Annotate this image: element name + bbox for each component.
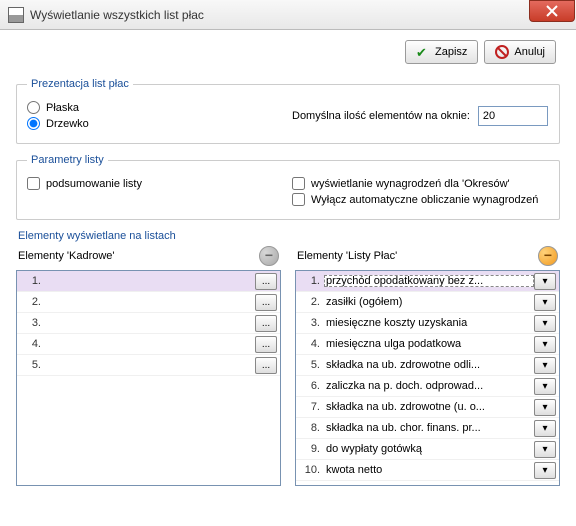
radio-tree[interactable]: Drzewko: [27, 117, 284, 130]
close-button[interactable]: [529, 0, 575, 22]
default-count-input[interactable]: [478, 106, 548, 126]
list-item[interactable]: 1. przychód opodatkowany bez z... ▾: [296, 271, 559, 292]
list-item[interactable]: 1. ...: [17, 271, 280, 292]
list-item[interactable]: 3. miesięczne koszty uzyskania ▾: [296, 313, 559, 334]
titlebar: Wyświetlanie wszystkich list płac: [0, 0, 576, 30]
radio-tree-label: Drzewko: [46, 118, 89, 130]
payroll-column: Elementy 'Listy Płac' − 1. przychód opod…: [295, 246, 560, 486]
row-number: 8.: [296, 422, 324, 434]
check-disable-auto-input[interactable]: [292, 193, 305, 206]
params-group: Parametry listy podsumowanie listy wyświ…: [16, 154, 560, 220]
row-text: miesięczna ulga podatkowa: [324, 338, 534, 350]
dropdown-button[interactable]: ▾: [534, 357, 556, 374]
radio-flat-label: Płaska: [46, 102, 79, 114]
check-disable-auto[interactable]: Wyłącz automatyczne obliczanie wynagrodz…: [292, 193, 549, 206]
row-number: 4.: [296, 338, 324, 350]
params-legend: Parametry listy: [27, 154, 108, 166]
row-number: 6.: [296, 380, 324, 392]
check-periods[interactable]: wyświetlanie wynagrodzeń dla 'Okresów': [292, 177, 549, 190]
close-icon: [546, 5, 558, 17]
row-number: 4.: [17, 338, 45, 350]
dropdown-button[interactable]: ▾: [534, 441, 556, 458]
row-number: 3.: [17, 317, 45, 329]
payroll-remove-button[interactable]: −: [538, 246, 558, 266]
dropdown-button[interactable]: ▾: [534, 273, 556, 290]
minus-icon: −: [265, 248, 273, 262]
hr-header: Elementy 'Kadrowe': [18, 250, 115, 262]
list-item[interactable]: 4. ...: [17, 334, 280, 355]
row-number: 2.: [296, 296, 324, 308]
list-item[interactable]: 4. miesięczna ulga podatkowa ▾: [296, 334, 559, 355]
row-text: składka na ub. zdrowotne odli...: [324, 359, 534, 371]
dropdown-button[interactable]: ▾: [534, 315, 556, 332]
ellipsis-button[interactable]: ...: [255, 357, 277, 374]
list-item[interactable]: 9. do wypłaty gotówką ▾: [296, 439, 559, 460]
hr-column: Elementy 'Kadrowe' − 1. ... 2. ... 3. ..: [16, 246, 281, 486]
list-item[interactable]: 7. składka na ub. zdrowotne (u. o... ▾: [296, 397, 559, 418]
row-number: 3.: [296, 317, 324, 329]
cancel-button[interactable]: Anuluj: [484, 40, 556, 64]
ellipsis-button[interactable]: ...: [255, 336, 277, 353]
list-item[interactable]: 6. zaliczka na p. doch. odprowad... ▾: [296, 376, 559, 397]
row-text: przychód opodatkowany bez z...: [324, 275, 534, 287]
check-periods-input[interactable]: [292, 177, 305, 190]
row-number: 10.: [296, 464, 324, 476]
row-number: 9.: [296, 443, 324, 455]
list-item[interactable]: 3. ...: [17, 313, 280, 334]
dropdown-button[interactable]: ▾: [534, 336, 556, 353]
row-text: zaliczka na p. doch. odprowad...: [324, 380, 534, 392]
dropdown-button[interactable]: ▾: [534, 399, 556, 416]
save-label: Zapisz: [435, 46, 467, 58]
check-disable-auto-label: Wyłącz automatyczne obliczanie wynagrodz…: [311, 194, 538, 206]
row-text: składka na ub. chor. finans. pr...: [324, 422, 534, 434]
radio-flat[interactable]: Płaska: [27, 101, 284, 114]
list-item[interactable]: 5. składka na ub. zdrowotne odli... ▾: [296, 355, 559, 376]
toolbar: Zapisz Anuluj: [10, 40, 566, 72]
row-text: zasiłki (ogółem): [324, 296, 534, 308]
app-icon: [8, 7, 24, 23]
hr-listbox[interactable]: 1. ... 2. ... 3. ... 4. ...: [16, 270, 281, 486]
default-count-label: Domyślna ilość elementów na oknie:: [292, 110, 470, 122]
payroll-header: Elementy 'Listy Płac': [297, 250, 397, 262]
cancel-label: Anuluj: [514, 46, 545, 58]
row-text: kwota netto: [324, 464, 534, 476]
minus-icon: −: [544, 248, 552, 262]
list-item[interactable]: 2. ...: [17, 292, 280, 313]
row-text: miesięczne koszty uzyskania: [324, 317, 534, 329]
dropdown-button[interactable]: ▾: [534, 462, 556, 479]
payroll-listbox[interactable]: 1. przychód opodatkowany bez z... ▾ 2. z…: [295, 270, 560, 486]
row-number: 1.: [296, 275, 324, 287]
window-title: Wyświetlanie wszystkich list płac: [30, 8, 529, 22]
cancel-icon: [495, 45, 509, 59]
row-number: 5.: [17, 359, 45, 371]
check-summary[interactable]: podsumowanie listy: [27, 177, 284, 190]
row-number: 2.: [17, 296, 45, 308]
hr-remove-button[interactable]: −: [259, 246, 279, 266]
list-item[interactable]: 5. ...: [17, 355, 280, 376]
check-periods-label: wyświetlanie wynagrodzeń dla 'Okresów': [311, 178, 510, 190]
check-icon: [416, 45, 430, 59]
radio-flat-input[interactable]: [27, 101, 40, 114]
ellipsis-button[interactable]: ...: [255, 315, 277, 332]
elements-legend: Elementy wyświetlane na listach: [18, 230, 558, 242]
dropdown-button[interactable]: ▾: [534, 378, 556, 395]
presentation-legend: Prezentacja list płac: [27, 78, 133, 90]
ellipsis-button[interactable]: ...: [255, 273, 277, 290]
dropdown-button[interactable]: ▾: [534, 294, 556, 311]
row-text: do wypłaty gotówką: [324, 443, 534, 455]
row-number: 5.: [296, 359, 324, 371]
ellipsis-button[interactable]: ...: [255, 294, 277, 311]
save-button[interactable]: Zapisz: [405, 40, 478, 64]
list-item[interactable]: 10. kwota netto ▾: [296, 460, 559, 481]
presentation-group: Prezentacja list płac Płaska Drzewko Dom…: [16, 78, 560, 144]
dropdown-button[interactable]: ▾: [534, 420, 556, 437]
check-summary-label: podsumowanie listy: [46, 178, 142, 190]
list-item[interactable]: 8. składka na ub. chor. finans. pr... ▾: [296, 418, 559, 439]
check-summary-input[interactable]: [27, 177, 40, 190]
list-item[interactable]: 2. zasiłki (ogółem) ▾: [296, 292, 559, 313]
row-number: 1.: [17, 275, 45, 287]
radio-tree-input[interactable]: [27, 117, 40, 130]
row-number: 7.: [296, 401, 324, 413]
row-text: składka na ub. zdrowotne (u. o...: [324, 401, 534, 413]
